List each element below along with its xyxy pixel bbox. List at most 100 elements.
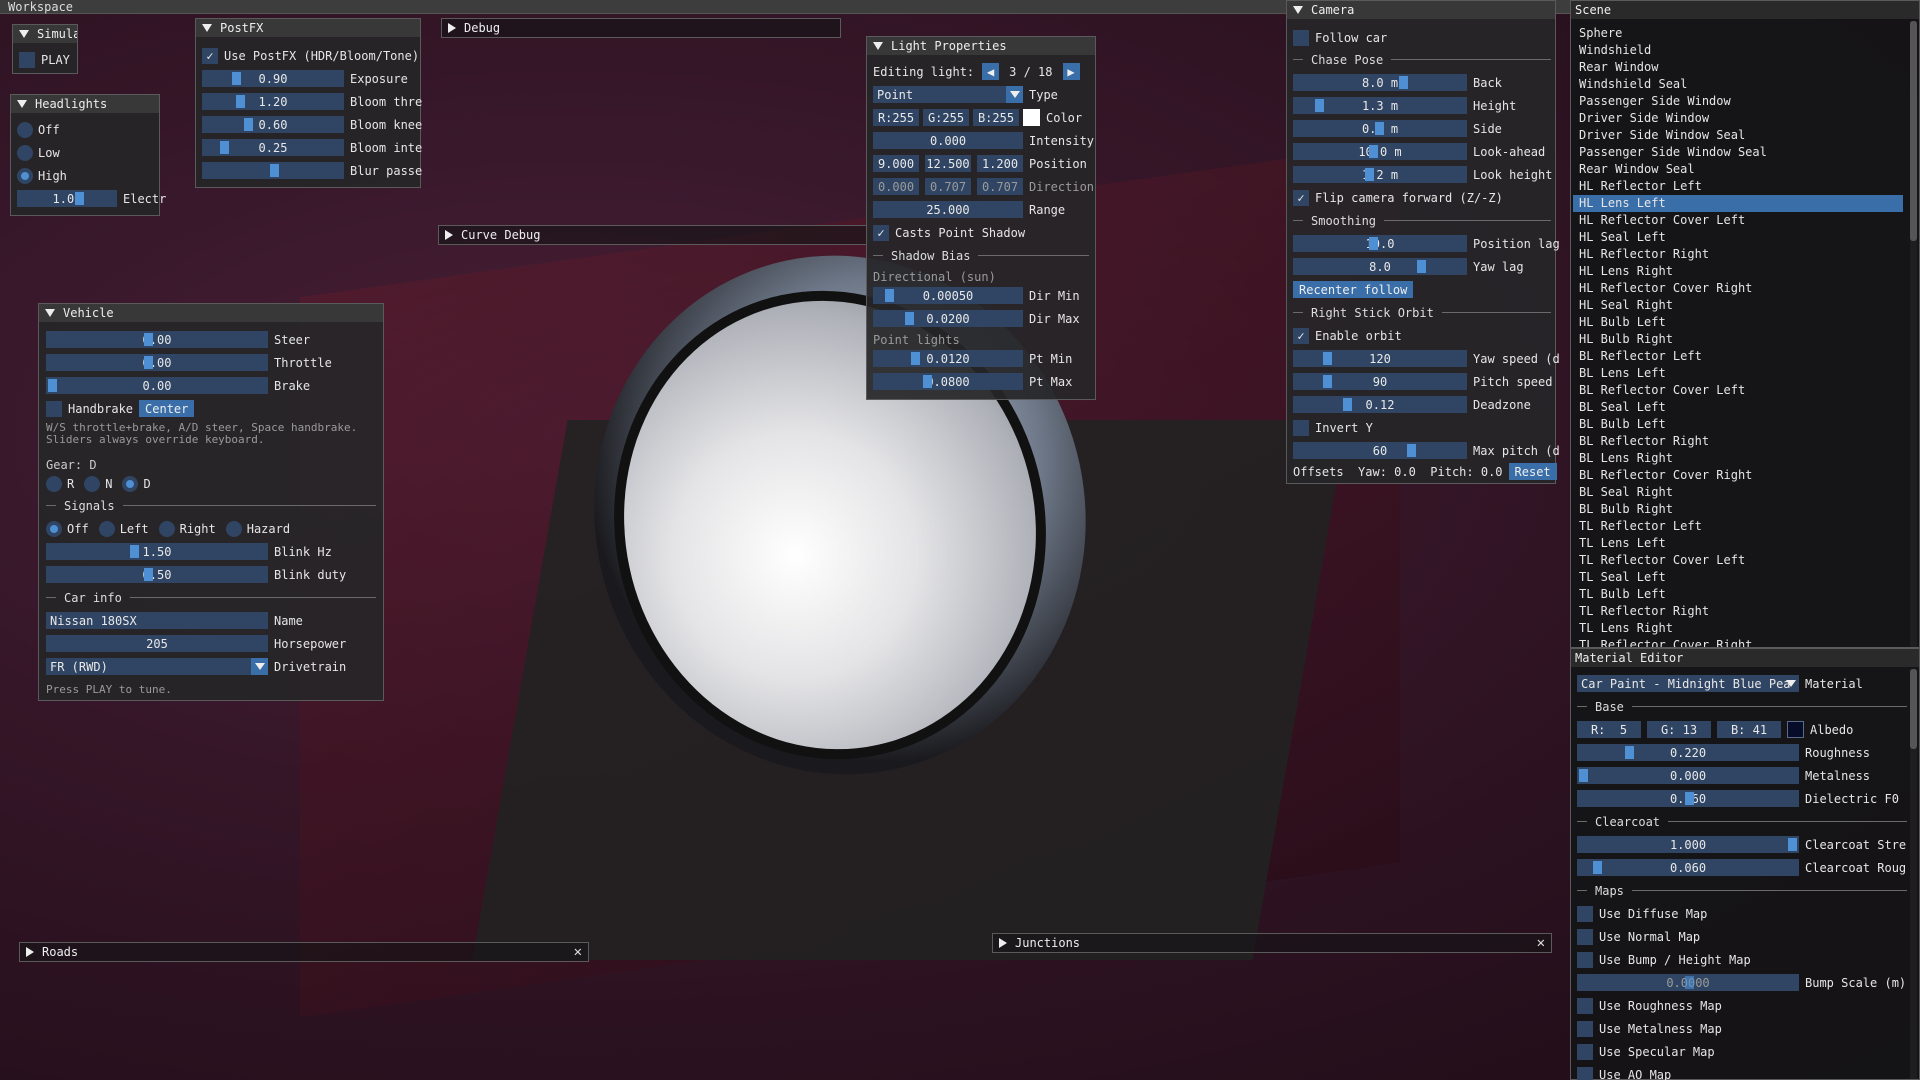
checkbox-icon[interactable] — [1577, 1020, 1593, 1037]
scene-list-item[interactable]: TL Lens Right — [1573, 620, 1903, 637]
direction-y-field[interactable]: 0.707 — [925, 178, 971, 195]
drivetrain-combo[interactable]: FR (RWD) — [46, 658, 268, 675]
slider-grab[interactable] — [220, 141, 229, 154]
scene-list-item[interactable]: Windshield Seal — [1573, 76, 1903, 93]
scene-list-item[interactable]: HL Seal Left — [1573, 229, 1903, 246]
slider-grab[interactable] — [144, 568, 153, 581]
direction-z-field[interactable]: 0.707 — [977, 178, 1023, 195]
close-icon[interactable]: ✕ — [574, 944, 582, 960]
look-ahead-slider[interactable]: 10.0 m — [1293, 143, 1467, 160]
gear-n-radio[interactable] — [84, 475, 101, 492]
color-b-field[interactable]: B:255 — [973, 109, 1019, 126]
scrollbar-thumb[interactable] — [1910, 669, 1917, 749]
chevron-down-icon[interactable] — [1006, 86, 1023, 103]
scene-list-item[interactable]: BL Lens Left — [1573, 365, 1903, 382]
color-r-field[interactable]: R:255 — [873, 109, 919, 126]
checkbox-checked-icon[interactable]: ✓ — [1293, 189, 1309, 206]
center-button[interactable]: Center — [139, 400, 195, 417]
slider-grab[interactable] — [1625, 746, 1634, 759]
slider-grab[interactable] — [1788, 838, 1797, 851]
expand-icon[interactable] — [445, 230, 453, 240]
expand-icon[interactable] — [999, 938, 1007, 948]
checkbox-icon[interactable] — [1293, 419, 1309, 436]
scene-list-item[interactable]: Passenger Side Window Seal — [1573, 144, 1903, 161]
metalness-slider[interactable]: 0.000 — [1577, 767, 1799, 784]
checkbox-icon[interactable] — [1577, 1066, 1593, 1080]
slider-grab[interactable] — [923, 375, 932, 388]
flip-camera-toggle[interactable]: ✓ Flip camera forward (Z/-Z) — [1293, 189, 1503, 206]
use-normal-toggle[interactable]: Use Normal Map — [1577, 928, 1700, 945]
albedo-b-field[interactable]: B: 41 — [1717, 721, 1781, 738]
slider-grab[interactable] — [1369, 237, 1378, 250]
next-light-button[interactable]: ▶ — [1062, 63, 1080, 80]
chevron-down-icon[interactable] — [251, 658, 268, 675]
dielectric-slider[interactable]: 0.060 — [1577, 790, 1799, 807]
scene-list-item[interactable]: Rear Window Seal — [1573, 161, 1903, 178]
scene-list-item[interactable]: Sphere — [1573, 25, 1903, 42]
color-g-field[interactable]: G:255 — [923, 109, 969, 126]
slider-grab[interactable] — [1375, 122, 1384, 135]
scene-titlebar[interactable]: Scene — [1571, 1, 1919, 19]
material-combo[interactable]: Car Paint - Midnight Blue Pea — [1577, 675, 1799, 692]
scene-list-item[interactable]: BL Reflector Cover Left — [1573, 382, 1903, 399]
slider-grab[interactable] — [270, 164, 279, 177]
yaw-lag-slider[interactable]: 8.0 — [1293, 258, 1467, 275]
slider-grab[interactable] — [1399, 76, 1408, 89]
slider-grab[interactable] — [1323, 352, 1332, 365]
slider-grab[interactable] — [130, 545, 139, 558]
bloom-knee-slider[interactable]: 0.60 — [202, 116, 344, 133]
invert-y-toggle[interactable]: Invert Y — [1293, 419, 1373, 436]
scene-list-item[interactable]: TL Seal Left — [1573, 569, 1903, 586]
use-specular-toggle[interactable]: Use Specular Map — [1577, 1043, 1715, 1060]
dir-max-slider[interactable]: 0.0200 — [873, 310, 1023, 327]
use-metalness-toggle[interactable]: Use Metalness Map — [1577, 1020, 1722, 1037]
slider-grab[interactable] — [144, 356, 153, 369]
headlight-low-radio[interactable]: Low — [17, 144, 60, 161]
slider-grab[interactable] — [1685, 976, 1694, 989]
direction-x-field[interactable]: 0.000 — [873, 178, 919, 195]
scene-list-item[interactable]: BL Reflector Cover Right — [1573, 467, 1903, 484]
curve-debug-titlebar[interactable]: Curve Debug — [439, 226, 867, 244]
slider-grab[interactable] — [75, 192, 84, 205]
slider-grab[interactable] — [1685, 792, 1694, 805]
blink-duty-slider[interactable]: 0.50 — [46, 566, 268, 583]
follow-car-toggle[interactable]: Follow car — [1293, 29, 1387, 46]
albedo-swatch[interactable] — [1787, 721, 1804, 738]
scene-list-item[interactable]: Driver Side Window — [1573, 110, 1903, 127]
collapse-icon[interactable] — [45, 309, 55, 317]
look-height-slider[interactable]: 1.2 m — [1293, 166, 1467, 183]
scene-list-item[interactable]: HL Lens Left — [1573, 195, 1903, 212]
casts-shadow-toggle[interactable]: ✓ Casts Point Shadow — [873, 224, 1025, 241]
scene-list-item[interactable]: HL Bulb Right — [1573, 331, 1903, 348]
signal-left-radio[interactable] — [98, 520, 115, 537]
checkbox-checked-icon[interactable]: ✓ — [202, 47, 218, 64]
scrollbar-thumb[interactable] — [1910, 21, 1917, 241]
play-toggle[interactable]: PLAY — [19, 51, 70, 68]
roads-titlebar[interactable]: Roads ✕ — [20, 943, 588, 961]
gear-r-radio[interactable] — [46, 475, 62, 492]
use-roughness-toggle[interactable]: Use Roughness Map — [1577, 997, 1722, 1014]
junctions-titlebar[interactable]: Junctions ✕ — [993, 934, 1551, 952]
collapse-icon[interactable] — [17, 100, 27, 108]
material-scrollbar[interactable] — [1910, 669, 1917, 1079]
slider-grab[interactable] — [1593, 861, 1602, 874]
albedo-r-field[interactable]: R: 5 — [1577, 721, 1641, 738]
gear-d-radio[interactable] — [122, 475, 139, 492]
slider-grab[interactable] — [905, 312, 914, 325]
checkbox-icon[interactable] — [1577, 928, 1593, 945]
slider-grab[interactable] — [1579, 769, 1588, 782]
expand-icon[interactable] — [448, 23, 456, 33]
car-name-input[interactable]: Nissan 180SX — [46, 612, 268, 629]
postfx-enable[interactable]: ✓ Use PostFX (HDR/Bloom/Tone) — [202, 47, 419, 64]
side-slider[interactable]: 0.0 m — [1293, 120, 1467, 137]
slider-grab[interactable] — [911, 352, 920, 365]
vehicle-titlebar[interactable]: Vehicle — [39, 304, 383, 322]
back-slider[interactable]: 8.0 m — [1293, 74, 1467, 91]
simulation-titlebar[interactable]: Simula — [13, 25, 77, 43]
scene-list-item[interactable]: BL Bulb Left — [1573, 416, 1903, 433]
collapse-icon[interactable] — [873, 42, 883, 50]
bloom-intensity-slider[interactable]: 0.25 — [202, 139, 344, 156]
signal-off-radio[interactable] — [46, 520, 62, 537]
slider-grab[interactable] — [144, 333, 153, 346]
enable-orbit-toggle[interactable]: ✓ Enable orbit — [1293, 327, 1402, 344]
